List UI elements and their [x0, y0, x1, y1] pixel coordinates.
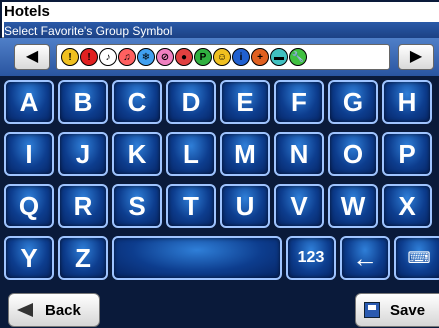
- key-i[interactable]: I: [4, 132, 54, 176]
- back-arrow-icon: [17, 303, 33, 317]
- circle-i-yellow-icon[interactable]: !: [61, 48, 79, 66]
- symbol-strip: !! ♪ ♫ ❄ ⊘ ● P ☺ i + ▬ 🔧: [56, 44, 390, 70]
- key-t[interactable]: T: [166, 184, 216, 228]
- right-arrow-icon: ▶: [409, 48, 423, 65]
- key-h[interactable]: H: [382, 80, 432, 124]
- back-button[interactable]: Back: [8, 293, 100, 327]
- hospital-icon[interactable]: +: [251, 48, 269, 66]
- key-l[interactable]: L: [166, 132, 216, 176]
- key-k[interactable]: K: [112, 132, 162, 176]
- keyboard: A B C D E F G H I J K L M N O P Q R S T U V W X Y Z 123 ← ⌨: [0, 80, 439, 285]
- key-s[interactable]: S: [112, 184, 162, 228]
- face-icon[interactable]: ☺: [213, 48, 231, 66]
- info-icon[interactable]: i: [232, 48, 250, 66]
- keyboard-toggle-key[interactable]: ⌨: [394, 236, 439, 280]
- key-a[interactable]: A: [4, 80, 54, 124]
- key-f[interactable]: F: [274, 80, 324, 124]
- save-button[interactable]: Save: [355, 293, 439, 327]
- key-space[interactable]: [112, 236, 282, 280]
- key-c[interactable]: C: [112, 80, 162, 124]
- car-icon[interactable]: ▬: [270, 48, 288, 66]
- wrench-icon[interactable]: 🔧: [289, 48, 307, 66]
- key-e[interactable]: E: [220, 80, 270, 124]
- music-selected-icon[interactable]: ♫: [118, 48, 136, 66]
- favorite-symbol-screen: Hotels Select Favorite's Group Symbol ◀ …: [0, 0, 439, 328]
- circle-exclaim-red-icon[interactable]: !: [80, 48, 98, 66]
- snowflake-icon[interactable]: ❄: [137, 48, 155, 66]
- bottom-bar: Back Save: [0, 289, 439, 328]
- key-j[interactable]: J: [58, 132, 108, 176]
- name-field[interactable]: Hotels Select Favorite's Group Symbol: [2, 2, 439, 40]
- key-w[interactable]: W: [328, 184, 378, 228]
- key-z[interactable]: Z: [58, 236, 108, 280]
- next-symbols-button[interactable]: ▶: [398, 44, 434, 70]
- no-entry-icon[interactable]: ⊘: [156, 48, 174, 66]
- key-b[interactable]: B: [58, 80, 108, 124]
- key-numbers[interactable]: 123: [286, 236, 336, 280]
- key-r[interactable]: R: [58, 184, 108, 228]
- music-icon[interactable]: ♪: [99, 48, 117, 66]
- key-y[interactable]: Y: [4, 236, 54, 280]
- symbol-picker-bar: ◀ !! ♪ ♫ ❄ ⊘ ● P ☺ i + ▬ 🔧 ▶: [0, 38, 439, 76]
- floppy-disk-icon: [364, 302, 380, 318]
- save-label: Save: [390, 301, 426, 319]
- key-p[interactable]: P: [382, 132, 432, 176]
- key-m[interactable]: M: [220, 132, 270, 176]
- parking-icon[interactable]: P: [194, 48, 212, 66]
- key-x[interactable]: X: [382, 184, 432, 228]
- left-arrow-icon: ◀: [25, 48, 39, 65]
- key-d[interactable]: D: [166, 80, 216, 124]
- backspace-key[interactable]: ←: [340, 236, 390, 280]
- key-u[interactable]: U: [220, 184, 270, 228]
- key-v[interactable]: V: [274, 184, 324, 228]
- key-g[interactable]: G: [328, 80, 378, 124]
- back-label: Back: [45, 301, 81, 319]
- previous-symbols-button[interactable]: ◀: [14, 44, 50, 70]
- key-q[interactable]: Q: [4, 184, 54, 228]
- key-o[interactable]: O: [328, 132, 378, 176]
- name-value: Hotels: [4, 3, 50, 20]
- key-n[interactable]: N: [274, 132, 324, 176]
- food-icon[interactable]: ●: [175, 48, 193, 66]
